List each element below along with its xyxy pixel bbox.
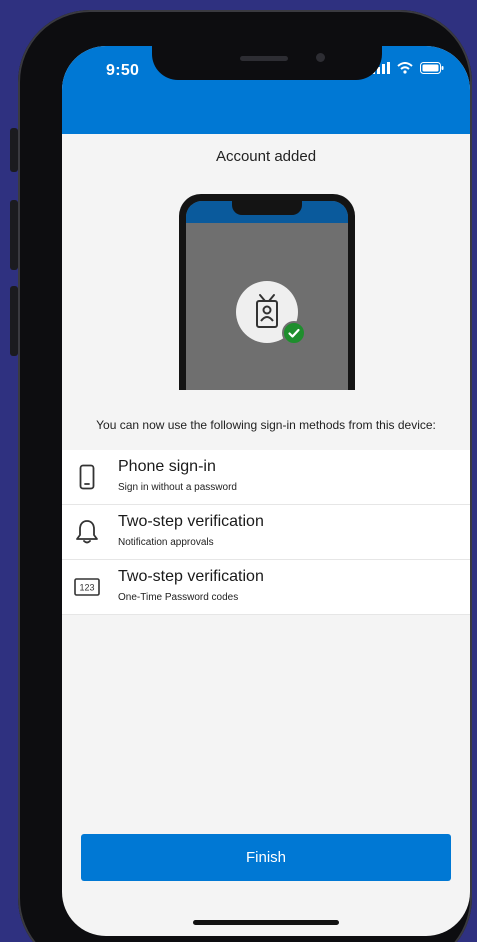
method-subtitle: Sign in without a password xyxy=(118,482,237,493)
home-indicator[interactable] xyxy=(193,920,339,925)
checkmark-icon xyxy=(282,321,306,345)
method-subtitle: One-Time Password codes xyxy=(118,592,239,603)
device-illustration xyxy=(179,194,355,390)
sign-in-methods-list: Phone sign-in Sign in without a password… xyxy=(62,450,470,615)
status-time: 9:50 xyxy=(106,62,140,79)
volume-up-button xyxy=(10,200,18,270)
illustration-notch xyxy=(232,201,302,215)
page-title: Account added xyxy=(215,148,317,165)
method-notification-approvals: Two-step verification Notification appro… xyxy=(62,505,470,560)
method-title: Two-step verification xyxy=(118,513,264,530)
code-123-icon-text: 123 xyxy=(79,583,94,593)
battery-icon xyxy=(420,62,444,74)
app-header-bar: 9:50 xyxy=(62,46,470,134)
device-notch xyxy=(152,46,382,80)
finish-button[interactable]: Finish xyxy=(81,834,451,881)
bell-icon xyxy=(72,517,102,547)
phone-frame: 9:50 Account added You can now use the f… xyxy=(18,10,472,942)
method-title: Phone sign-in xyxy=(118,458,216,475)
status-icons xyxy=(372,62,444,74)
illustration-screen xyxy=(186,201,348,390)
front-camera xyxy=(316,53,325,62)
wifi-icon xyxy=(397,62,413,74)
method-subtitle: Notification approvals xyxy=(118,537,214,548)
phone-screen: 9:50 Account added You can now use the f… xyxy=(62,46,470,936)
code-123-icon: 123 xyxy=(72,572,102,602)
method-otp-codes: 123 Two-step verification One-Time Passw… xyxy=(62,560,470,615)
method-title: Two-step verification xyxy=(118,568,264,585)
phone-icon xyxy=(72,462,102,492)
volume-down-button xyxy=(10,286,18,356)
stage: 9:50 Account added You can now use the f… xyxy=(0,0,477,942)
method-phone-sign-in: Phone sign-in Sign in without a password xyxy=(62,450,470,505)
silent-switch xyxy=(10,128,18,172)
sign-in-methods-intro: You can now use the following sign-in me… xyxy=(96,418,436,432)
speaker-grille xyxy=(240,56,288,61)
